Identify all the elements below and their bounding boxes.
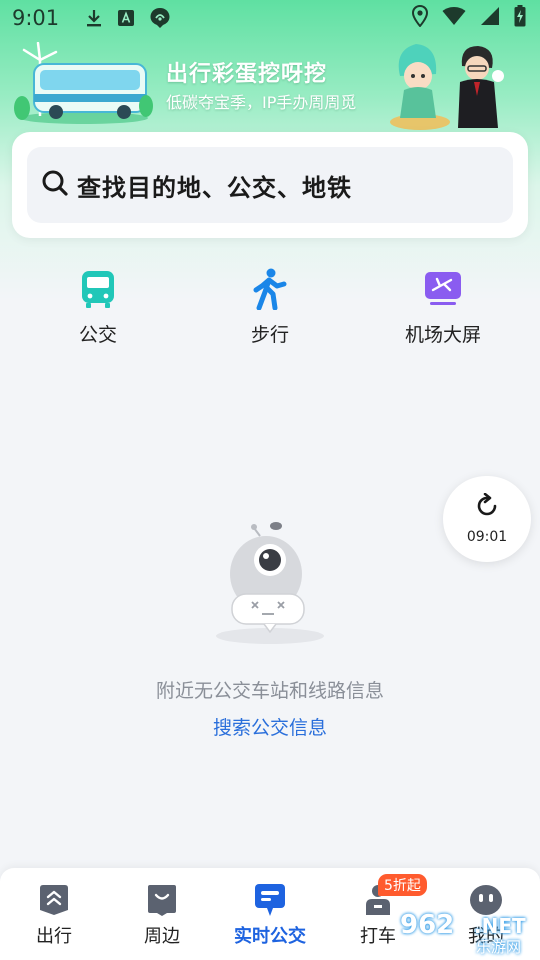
bus-illustration — [14, 41, 154, 124]
search-icon — [41, 169, 69, 201]
search-input[interactable]: 查找目的地、公交、地铁 — [27, 147, 513, 223]
banner-subtitle: 低碳夺宝季，IP手办周周觅 — [166, 93, 357, 112]
travel-icon — [36, 882, 72, 918]
quick-entry-bus[interactable]: 公交 — [38, 268, 158, 358]
battery-charging-icon — [514, 5, 526, 31]
nearby-icon — [144, 882, 180, 918]
refresh-icon — [474, 492, 500, 523]
airport-screen-icon — [423, 268, 463, 310]
realtime-bus-icon — [252, 882, 288, 918]
empty-state-message: 附近无公交车站和线路信息 — [155, 680, 384, 702]
wifi-icon — [442, 6, 466, 30]
banner-title: 出行彩蛋挖呀挖 — [166, 62, 328, 87]
search-card: 查找目的地、公交、地铁 — [12, 132, 528, 238]
status-right-icons — [411, 4, 526, 31]
nav-label: 周边 — [144, 926, 180, 947]
refresh-time: 09:01 — [466, 529, 508, 545]
nav-label: 打车 — [360, 926, 396, 947]
nav-label-active: 实时公交 — [234, 926, 306, 947]
quick-entry-walk[interactable]: 步行 — [210, 268, 330, 358]
search-bus-info-link[interactable]: 搜索公交信息 — [0, 713, 540, 740]
status-bar: 9:01 — [0, 0, 540, 36]
walk-icon — [250, 268, 290, 310]
refresh-button[interactable]: 09:01 — [443, 476, 531, 562]
promo-banner[interactable]: 出行彩蛋挖呀挖 低碳夺宝季，IP手办周周觅 — [0, 36, 540, 132]
nav-item-nearby[interactable]: 周边 — [117, 882, 207, 952]
quick-entries: 公交 步行 机场大屏 — [0, 268, 540, 358]
nav-item-travel[interactable]: 出行 — [9, 882, 99, 952]
empty-state-illustration — [206, 522, 334, 652]
download-icon — [85, 8, 103, 28]
signal-icon — [480, 6, 500, 30]
watermark-suffix: .NET — [474, 914, 526, 938]
taxi-discount-badge: 5折起 — [378, 874, 427, 896]
quick-entry-label: 步行 — [250, 324, 289, 346]
search-placeholder: 查找目的地、公交、地铁 — [77, 173, 352, 202]
quick-entry-label: 公交 — [78, 324, 117, 346]
watermark-text: 乐游网 — [476, 938, 522, 956]
status-time: 9:01 — [12, 6, 60, 30]
location-icon — [411, 4, 429, 31]
watermark: 962 .NET 乐游网 — [400, 910, 540, 960]
quick-entry-airport-screen[interactable]: 机场大屏 — [383, 268, 503, 358]
ip-figures-illustration — [386, 36, 506, 132]
app-notification-icon — [149, 7, 171, 29]
watermark-number: 962 — [400, 910, 455, 940]
quick-entry-label: 机场大屏 — [404, 324, 481, 346]
a-notification-icon — [117, 9, 135, 27]
nav-item-realtime-bus[interactable]: 实时公交 — [225, 882, 315, 952]
nav-label: 出行 — [36, 926, 72, 947]
bus-icon — [78, 268, 118, 310]
